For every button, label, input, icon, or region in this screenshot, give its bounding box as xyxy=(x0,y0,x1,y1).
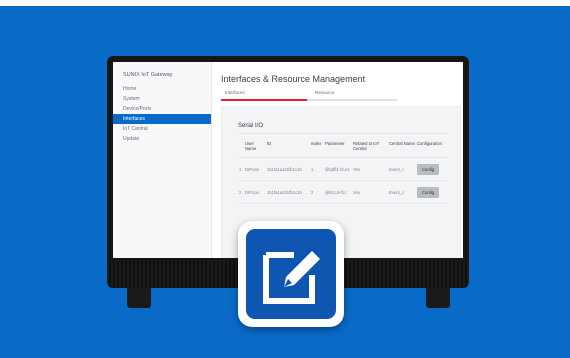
sidebar-item-home[interactable]: Home xyxy=(113,84,211,94)
brand-name: SUNIX IoT Gateway xyxy=(123,72,173,78)
illustration: SUNIX IoT Gateway Home System Device/Por… xyxy=(0,0,570,358)
tab-bar: Interfaces Resource xyxy=(221,90,397,104)
monitor-left-leg xyxy=(127,288,151,308)
cell-configuration: Config xyxy=(416,157,448,181)
cell-id: 1b1fa1a1b1fb1c1b xyxy=(266,157,310,181)
table-header-row: User Name ID Index Parameter Related to … xyxy=(238,139,448,158)
cell-parameter: @8c1,8-f1c xyxy=(324,180,352,204)
sidebar-item-device-ports[interactable]: Device/Ports xyxy=(113,104,211,114)
cell-parameter: @iqllfi1-f2,e1 xyxy=(324,157,352,181)
config-button[interactable]: Config xyxy=(417,163,440,175)
header-configuration: Configuration xyxy=(416,139,448,158)
table-row: 1 DIPcoa 1b1fa1a1b1fb1c1b 1 @iqllfi1-f2,… xyxy=(238,157,448,181)
header-index: Index xyxy=(310,139,324,158)
page-title: Interfaces & Resource Management xyxy=(221,74,366,84)
header-related-to-iot-central: Related to IoT Central xyxy=(352,139,388,158)
sidebar-item-iot-central[interactable]: IoT Central xyxy=(113,124,211,134)
sidebar-item-system[interactable]: System xyxy=(113,94,211,104)
section-divider xyxy=(238,133,448,134)
tab-underline xyxy=(221,99,397,101)
header-central-name: Central Name xyxy=(388,139,416,158)
monitor-right-leg xyxy=(426,288,450,308)
sidebar-item-update[interactable]: Update xyxy=(113,134,211,144)
tab-resource[interactable]: Resource xyxy=(315,90,334,95)
table-row: 2 DIPcoa 1b1fa1a1b1fb1c1b 2 @8c1,8-f1c Y… xyxy=(238,180,448,204)
config-button[interactable]: Config xyxy=(417,186,440,198)
sidebar-item-interfaces[interactable]: Interfaces xyxy=(113,114,211,124)
cell-index: 2 xyxy=(310,180,324,204)
cell-related: Yes xyxy=(352,180,388,204)
tab-interfaces[interactable]: Interfaces xyxy=(225,90,245,95)
header-parameter: Parameter xyxy=(324,139,352,158)
cell-central-name: Event_c xyxy=(388,157,416,181)
cell-user-name: DIPcoa xyxy=(244,180,266,204)
top-border xyxy=(0,0,570,6)
cell-index: 1 xyxy=(310,157,324,181)
header-user-name: User Name xyxy=(244,139,266,158)
header-id: ID xyxy=(266,139,310,158)
pencil-square-icon xyxy=(263,251,320,304)
cell-user-name: DIPcoa xyxy=(244,157,266,181)
cell-central-name: Event_c xyxy=(388,180,416,204)
cell-related: Yes xyxy=(352,157,388,181)
sidebar: SUNIX IoT Gateway Home System Device/Por… xyxy=(113,62,212,258)
serial-io-table: User Name ID Index Parameter Related to … xyxy=(238,139,448,204)
edit-document-icon xyxy=(238,221,344,327)
active-tab-indicator xyxy=(221,99,307,101)
cell-configuration: Config xyxy=(416,180,448,204)
sidebar-nav: Home System Device/Ports Interfaces IoT … xyxy=(113,84,211,144)
section-title: Serial I/O xyxy=(238,123,264,129)
cell-id: 1b1fa1a1b1fb1c1b xyxy=(266,180,310,204)
